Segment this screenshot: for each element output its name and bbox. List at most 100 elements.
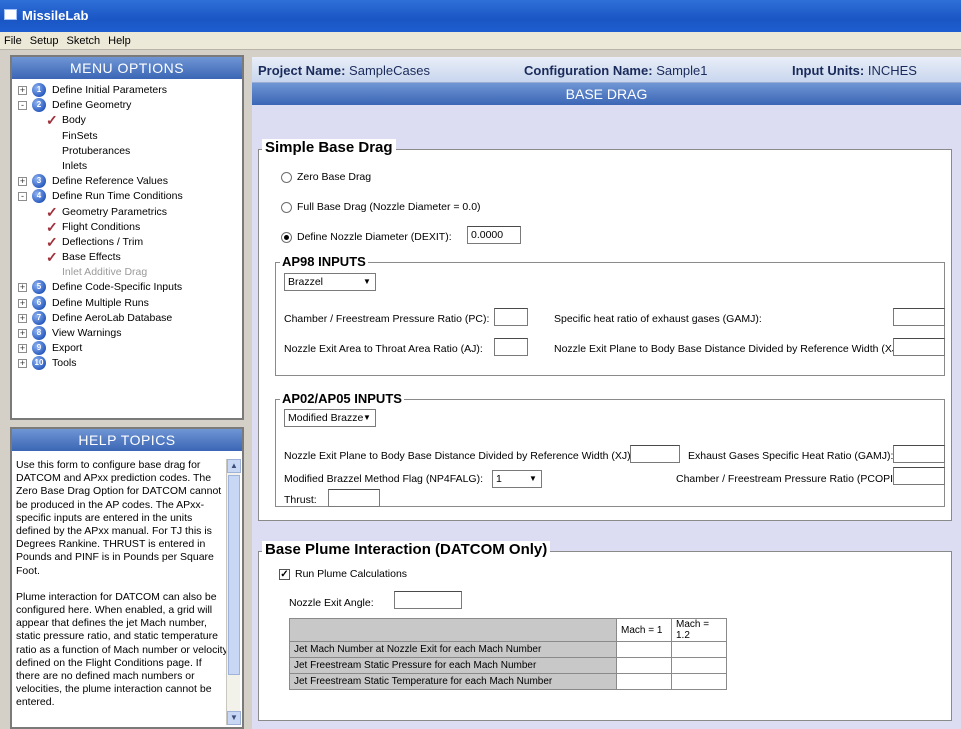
table-cell[interactable] <box>671 657 727 674</box>
help-scrollbar[interactable]: ▲ ▼ <box>226 459 241 725</box>
menu-help[interactable]: Help <box>104 32 135 47</box>
tree-item[interactable]: ✓ Geometry Parametrics <box>18 205 242 220</box>
menu-bar: File Setup Sketch Help <box>0 32 961 50</box>
dexit-input[interactable]: 0.0000 <box>467 226 521 244</box>
nozzle-exit-angle-input[interactable] <box>394 591 462 609</box>
ap02-thrust-label: Thrust: <box>284 494 317 506</box>
tree-item[interactable]: ✓ Deflections / Trim <box>18 235 242 250</box>
check-icon: ✓ <box>46 203 58 220</box>
ap02-thrust-input[interactable] <box>328 489 380 507</box>
simple-base-drag-title: Simple Base Drag <box>262 139 396 156</box>
ap98-pc-input[interactable] <box>494 308 528 326</box>
menu-sketch[interactable]: Sketch <box>62 32 104 47</box>
project-header: Project Name: SampleCases Configuration … <box>252 57 961 83</box>
tree-item[interactable]: +1 Define Initial Parameters <box>18 83 242 98</box>
nozzle-exit-angle-label: Nozzle Exit Angle: <box>289 597 374 609</box>
project-name-label: Project Name: SampleCases <box>258 63 430 78</box>
tree-item[interactable]: +3 Define Reference Values <box>18 174 242 189</box>
tree-item[interactable]: ✓ Base Effects <box>18 250 242 265</box>
tree-item[interactable]: Inlet Additive Drag <box>18 265 242 280</box>
full-base-drag-label: Full Base Drag (Nozzle Diameter = 0.0) <box>297 201 481 213</box>
tree-item[interactable]: ✓ Body <box>18 113 242 128</box>
expand-icon[interactable]: + <box>18 359 27 369</box>
app-icon <box>4 9 17 20</box>
tree-item-label: Deflections / Trim <box>62 235 144 248</box>
expand-icon[interactable]: + <box>18 313 27 323</box>
menu-options-title: MENU OPTIONS <box>12 57 242 79</box>
ap02-flag-select[interactable]: 1 ▼ <box>492 470 542 488</box>
check-icon: ✓ <box>46 233 58 250</box>
ap02-xj-label: Nozzle Exit Plane to Body Base Distance … <box>284 450 634 462</box>
tree-item[interactable]: +7 Define AeroLab Database <box>18 310 242 326</box>
collapse-icon[interactable]: - <box>18 101 27 111</box>
step-number-icon: 7 <box>32 310 46 325</box>
tree-item[interactable]: ✓ Flight Conditions <box>18 220 242 235</box>
ap02-flag-label: Modified Brazzel Method Flag (NP4FALG): <box>284 473 483 485</box>
tree-item[interactable]: +5 Define Code-Specific Inputs <box>18 280 242 295</box>
ap98-gamj-label: Specific heat ratio of exhaust gases (GA… <box>554 313 762 325</box>
radio-zero-base-drag[interactable] <box>281 172 292 183</box>
tree-item-label: Body <box>62 114 86 127</box>
tree-item-label: Tools <box>52 357 77 370</box>
zero-base-drag-label: Zero Base Drag <box>297 171 372 183</box>
ap98-pc-label: Chamber / Freestream Pressure Ratio (PC)… <box>284 313 490 325</box>
table-cell[interactable] <box>616 673 672 690</box>
base-plume-group: Base Plume Interaction (DATCOM Only) ✓ R… <box>258 541 952 721</box>
ap98-aj-label: Nozzle Exit Area to Throat Area Ratio (A… <box>284 343 483 355</box>
tree-item[interactable]: +9 Export <box>18 341 242 356</box>
menu-options-panel: MENU OPTIONS +1 Define Initial Parameters… <box>10 55 244 420</box>
tree-item[interactable]: +10 Tools <box>18 356 242 371</box>
table-corner <box>289 618 617 642</box>
ap02-method-select[interactable]: Modified Brazze ▼ <box>284 409 376 427</box>
radio-define-nozzle-diameter[interactable] <box>281 232 292 243</box>
ap02-pcopi-input[interactable] <box>893 467 945 485</box>
tree-item[interactable]: +8 View Warnings <box>18 326 242 341</box>
help-text: Use this form to configure base drag for… <box>16 459 228 723</box>
ap98-gamj-input[interactable] <box>893 308 945 326</box>
tree-item-label: Protuberances <box>62 144 131 157</box>
ap02-gamj-input[interactable] <box>893 445 945 463</box>
expand-icon[interactable]: + <box>18 329 27 338</box>
step-number-icon: 9 <box>32 341 46 356</box>
scroll-up-icon[interactable]: ▲ <box>227 459 241 473</box>
radio-full-base-drag[interactable] <box>281 202 292 213</box>
ap98-method-select[interactable]: Brazzel ▼ <box>284 273 376 291</box>
window-title: MissileLab <box>22 8 89 23</box>
table-cell[interactable] <box>616 641 672 658</box>
tree-item[interactable]: Protuberances <box>18 144 242 159</box>
expand-icon[interactable]: + <box>18 298 27 308</box>
menu-tree: +1 Define Initial Parameters -2 Define Geom… <box>12 79 242 372</box>
chevron-down-icon: ▼ <box>529 474 537 483</box>
tree-item[interactable]: +6 Define Multiple Runs <box>18 295 242 311</box>
menu-setup[interactable]: Setup <box>26 32 63 47</box>
check-icon: ✓ <box>46 249 58 266</box>
define-nozzle-diameter-label: Define Nozzle Diameter (DEXIT): <box>297 231 452 243</box>
tree-item[interactable]: -4 Define Run Time Conditions <box>18 189 242 204</box>
tree-item-label: Define Geometry <box>52 99 132 112</box>
run-plume-checkbox[interactable]: ✓ <box>279 569 290 580</box>
expand-icon[interactable]: + <box>18 344 27 354</box>
simple-base-drag-group: Simple Base Drag Zero Base Drag Full Bas… <box>258 139 952 521</box>
tree-item-label: Define AeroLab Database <box>52 311 173 324</box>
column-header: Mach = 1 <box>616 618 672 642</box>
expand-icon[interactable]: + <box>18 86 27 95</box>
step-number-icon: 3 <box>32 174 46 189</box>
input-units-label: Input Units: INCHES <box>792 63 917 78</box>
expand-icon[interactable]: + <box>18 177 27 187</box>
tree-item[interactable]: FinSets <box>18 129 242 144</box>
expand-icon[interactable]: + <box>18 283 27 293</box>
table-cell[interactable] <box>671 641 727 658</box>
table-cell[interactable] <box>671 673 727 690</box>
ap98-inputs-title: AP98 INPUTS <box>280 254 368 269</box>
step-number-icon: 2 <box>32 98 46 113</box>
scroll-thumb[interactable] <box>228 475 240 675</box>
collapse-icon[interactable]: - <box>18 192 27 202</box>
tree-item[interactable]: Inlets <box>18 159 242 174</box>
ap98-xj-input[interactable] <box>893 338 945 356</box>
menu-file[interactable]: File <box>0 32 26 47</box>
ap02-xj-input[interactable] <box>630 445 680 463</box>
table-cell[interactable] <box>616 657 672 674</box>
tree-item[interactable]: -2 Define Geometry <box>18 98 242 113</box>
scroll-down-icon[interactable]: ▼ <box>227 711 241 725</box>
ap98-aj-input[interactable] <box>494 338 528 356</box>
